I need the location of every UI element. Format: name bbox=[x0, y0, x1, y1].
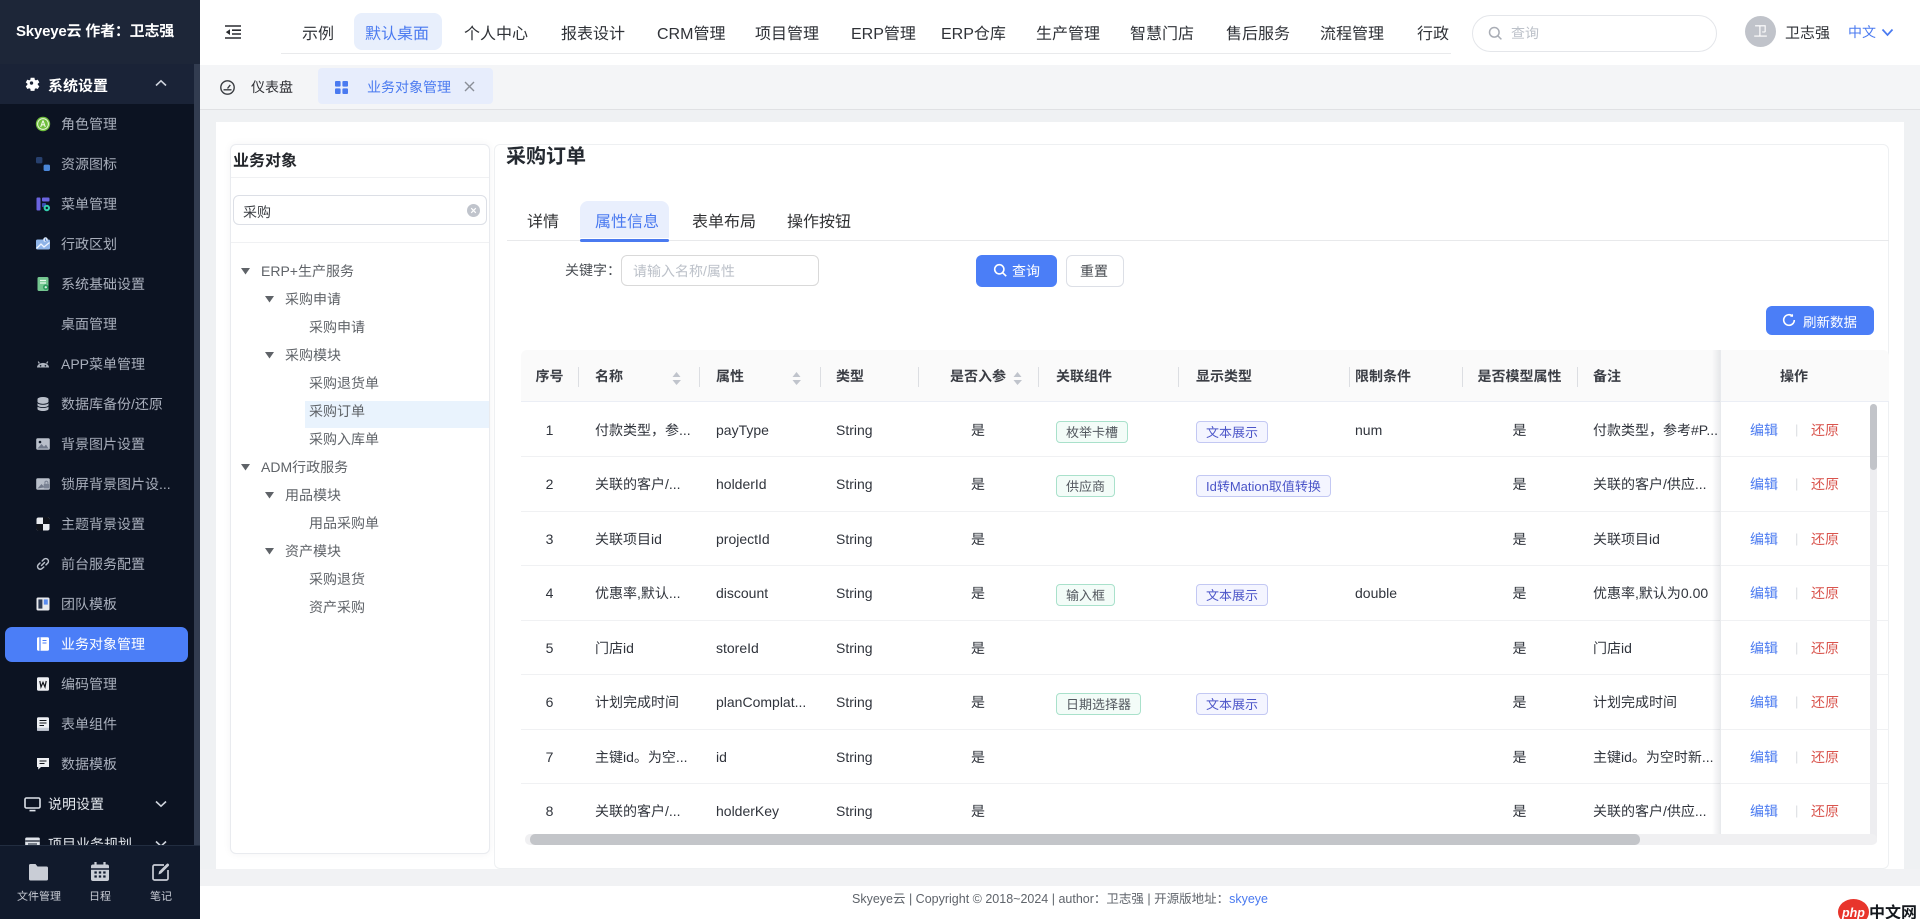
svg-text:php: php bbox=[1841, 906, 1865, 919]
